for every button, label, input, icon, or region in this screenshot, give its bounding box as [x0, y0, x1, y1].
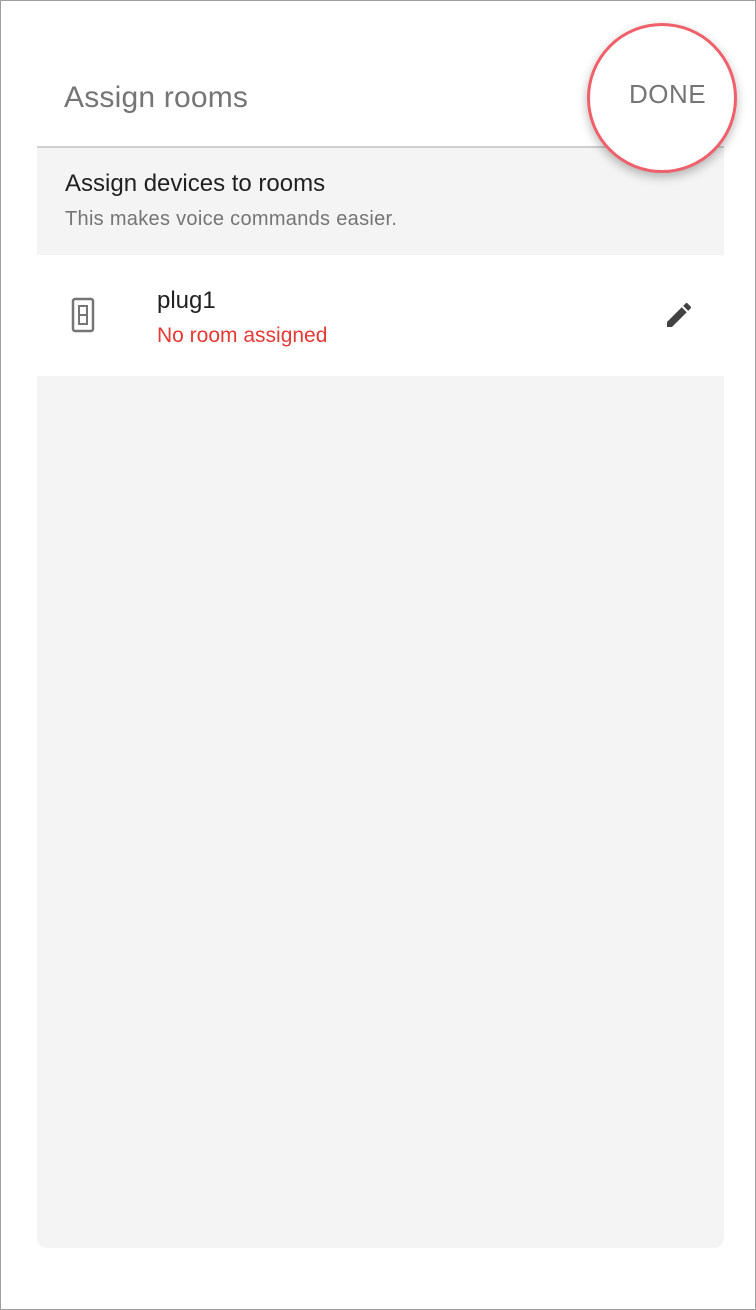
phone-frame: Assign rooms Assign devices to rooms Thi…: [0, 0, 756, 1310]
intro-section: Assign devices to rooms This makes voice…: [37, 148, 724, 255]
done-button[interactable]: DONE: [613, 79, 723, 115]
assign-rooms-screen: Assign rooms Assign devices to rooms Thi…: [37, 55, 724, 1248]
edit-pencil-icon: [667, 302, 692, 327]
device-row-plug1[interactable]: plug1 No room assigned: [37, 255, 724, 376]
intro-title: Assign devices to rooms: [65, 170, 326, 197]
device-room-status: No room assigned: [157, 324, 328, 347]
device-name: plug1: [157, 287, 216, 314]
page-title: Assign rooms: [64, 81, 249, 114]
intro-subtitle: This makes voice commands easier.: [65, 208, 398, 230]
edit-device-button[interactable]: [657, 293, 701, 337]
outlet-icon: [71, 297, 95, 333]
